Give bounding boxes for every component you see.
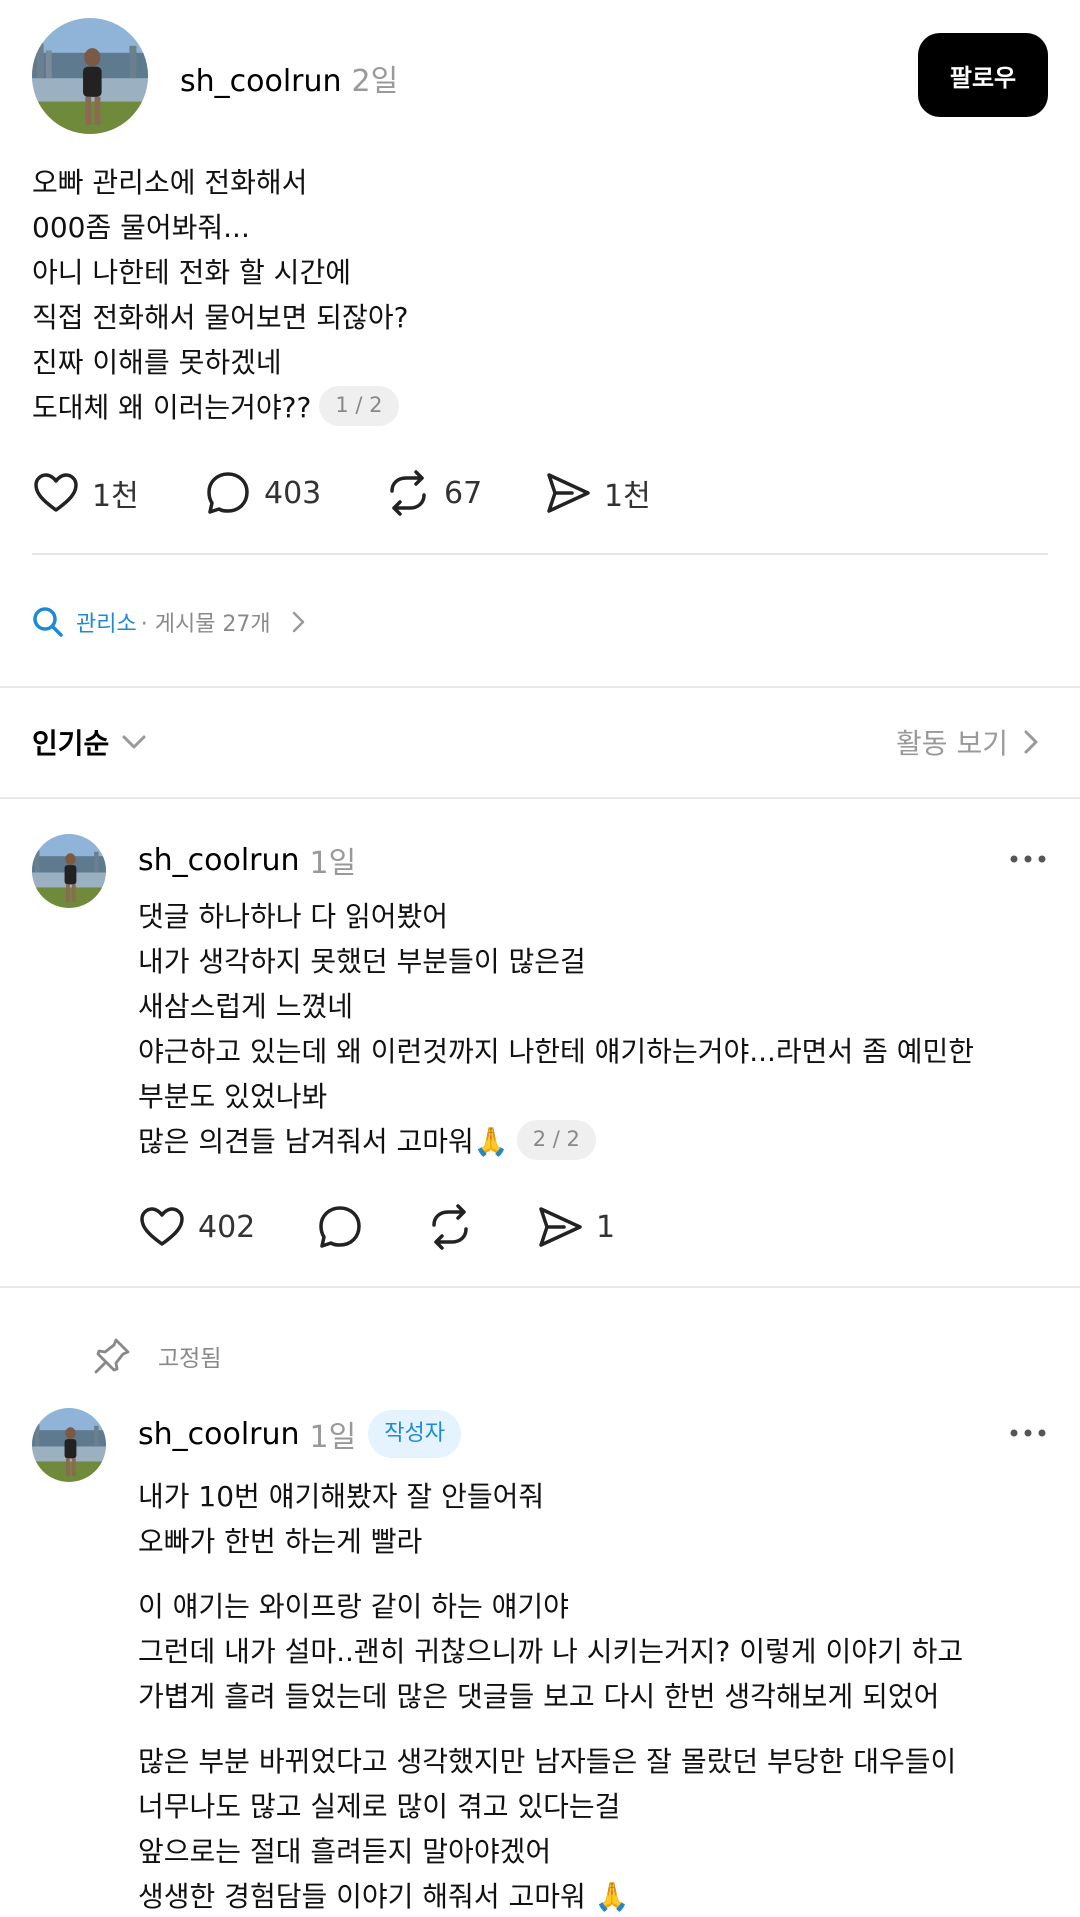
post-actions: 1천 403 67 1천: [32, 468, 651, 518]
author-badge: 작성자: [368, 1410, 461, 1458]
comment-text: 댓글 하나하나 다 읽어봤어 내가 생각하지 못했던 부분들이 많은걸 새삼스럽…: [138, 894, 1048, 1164]
heart-icon: [140, 1207, 184, 1246]
sort-label: 인기순: [32, 727, 110, 760]
chevron-right-icon: [1024, 730, 1038, 754]
like-button[interactable]: 402: [138, 1202, 316, 1252]
like-count: 402: [198, 1209, 256, 1245]
avatar[interactable]: [32, 18, 148, 134]
comment-line: 그런데 내가 설마..괜히 귀찮으니까 나 시키는거지? 이렇게 이야기 하고: [138, 1635, 964, 1668]
post-body: 오빠 관리소에 전화해서 000좀 물어봐줘... 아니 나한테 전화 할 시간…: [32, 160, 1032, 430]
comment-line: 생생한 경험담들 이야기 해줘서 고마워 🙏: [138, 1880, 630, 1913]
repost-button[interactable]: [426, 1202, 536, 1252]
comment-line: 댓글 하나하나 다 읽어봤어: [138, 900, 449, 933]
post-line: 도대체 왜 이러는거야??: [32, 391, 312, 424]
comment-line: 많은 의견들 남겨줘서 고마워🙏: [138, 1125, 509, 1158]
comment-line: 이 얘기는 와이프랑 같이 하는 얘기야: [138, 1590, 569, 1623]
comment-line: 많은 부분 바뀌었다고 생각했지만 남자들은 잘 몰랐던 부당한 대우들이: [138, 1745, 957, 1778]
post-time: 2일: [351, 64, 399, 99]
comment-line: 오빠가 한번 하는게 빨라: [138, 1525, 423, 1558]
comment-line: 부분도 있었나봐: [138, 1080, 328, 1113]
comment-line: 너무나도 많고 실제로 많이 겪고 있다는걸: [138, 1790, 621, 1823]
comment-line-last: 많은 의견들 남겨줘서 고마워🙏 2 / 2: [138, 1119, 1048, 1164]
comment-text: 내가 10번 얘기해봤자 잘 안들어줘 오빠가 한번 하는게 빨라 이 얘기는 …: [138, 1474, 1048, 1917]
pinned-indicator: 고정됨: [92, 1336, 221, 1376]
post-line: 아니 나한테 전화 할 시간에: [32, 256, 351, 289]
pin-icon: [94, 1338, 130, 1374]
chevron-right-icon: [292, 611, 304, 633]
topic-post-count: · 게시물 27개: [140, 612, 271, 637]
share-button[interactable]: 1: [536, 1202, 615, 1252]
post-line: 오빠 관리소에 전화해서: [32, 166, 308, 199]
follow-button[interactable]: 팔로우: [918, 33, 1048, 117]
sort-bar: 인기순 활동 보기: [32, 718, 1048, 768]
share-count: 1: [596, 1209, 616, 1245]
reply-bubble-icon: [207, 472, 249, 514]
share-send-icon: [539, 1207, 582, 1247]
comment-line: 내가 생각하지 못했던 부분들이 많은걸: [138, 945, 586, 978]
repost-icon: [432, 1204, 468, 1250]
more-icon[interactable]: [1008, 1418, 1048, 1448]
section-divider: [0, 1286, 1080, 1288]
search-icon: [33, 607, 63, 637]
chevron-down-icon: [122, 735, 146, 749]
topic-name: 관리소: [76, 612, 137, 637]
sort-dropdown[interactable]: 인기순: [32, 722, 151, 762]
repost-icon: [390, 470, 426, 516]
comment-line: 내가 10번 얘기해봤자 잘 안들어줘: [138, 1480, 545, 1513]
view-activity-link[interactable]: 활동 보기: [896, 722, 1048, 762]
post-line: 000좀 물어봐줘...: [32, 211, 250, 244]
reply-button[interactable]: 403: [204, 468, 384, 518]
like-button[interactable]: 1천: [32, 468, 204, 518]
share-send-icon: [547, 473, 590, 513]
avatar[interactable]: [32, 1408, 106, 1482]
page-indicator-badge: 1 / 2: [319, 386, 399, 426]
comment-time: 1일: [309, 846, 357, 881]
post-line: 직접 전화해서 물어보면 되잖아?: [32, 301, 409, 334]
activity-label: 활동 보기: [896, 727, 1008, 760]
share-count: 1천: [604, 479, 651, 514]
more-icon[interactable]: [1008, 844, 1048, 874]
section-divider: [0, 797, 1080, 799]
post-header: sh_coolrun 2일 팔로우: [32, 18, 1048, 134]
comment-item: sh_coolrun 1일 댓글 하나하나 다 읽어봤어 내가 생각하지 못했던 …: [32, 834, 1048, 1254]
page-indicator-badge: 2 / 2: [516, 1120, 596, 1160]
post-author-row: sh_coolrun 2일: [180, 56, 398, 100]
comment-line: 앞으로는 절대 흘려듣지 말아야겠어: [138, 1835, 552, 1868]
like-count: 1천: [92, 479, 139, 514]
post-username[interactable]: sh_coolrun: [180, 64, 342, 99]
repost-button[interactable]: 67: [384, 468, 544, 518]
reply-count: 403: [264, 475, 322, 511]
post-line-last: 도대체 왜 이러는거야?? 1 / 2: [32, 385, 1032, 430]
comment-username[interactable]: sh_coolrun: [138, 843, 300, 878]
thread-page: sh_coolrun 2일 팔로우 오빠 관리소에 전화해서 000좀 물어봐줘.…: [0, 0, 1080, 1917]
comment-author-row: sh_coolrun 1일 작성자: [138, 1410, 461, 1458]
heart-icon: [34, 473, 78, 512]
topic-link[interactable]: 관리소 · 게시물 27개: [32, 602, 313, 642]
reply-button[interactable]: [316, 1202, 426, 1252]
comment-username[interactable]: sh_coolrun: [138, 1417, 300, 1452]
comment-line: 가볍게 흘려 들었는데 많은 댓글들 보고 다시 한번 생각해보게 되었어: [138, 1680, 940, 1713]
pinned-label: 고정됨: [158, 1346, 222, 1372]
reply-bubble-icon: [319, 1206, 361, 1248]
comment-line: 야근하고 있는데 왜 이런것까지 나한테 얘기하는거야...라면서 좀 예민한: [138, 1035, 975, 1068]
comment-time: 1일: [309, 1420, 357, 1455]
comment-line: 새삼스럽게 느꼈네: [138, 990, 353, 1023]
section-divider: [0, 686, 1080, 688]
comment-author-row: sh_coolrun 1일: [138, 836, 356, 884]
avatar[interactable]: [32, 834, 106, 908]
comment-actions: 402 1: [138, 1202, 615, 1252]
divider: [32, 553, 1048, 555]
repost-count: 67: [444, 475, 483, 511]
post-line: 진짜 이해를 못하겠네: [32, 346, 282, 379]
comment-item: sh_coolrun 1일 작성자 내가 10번 얘기해봤자 잘 안들어줘 오빠가 …: [32, 1408, 1048, 1917]
share-button[interactable]: 1천: [544, 468, 651, 518]
